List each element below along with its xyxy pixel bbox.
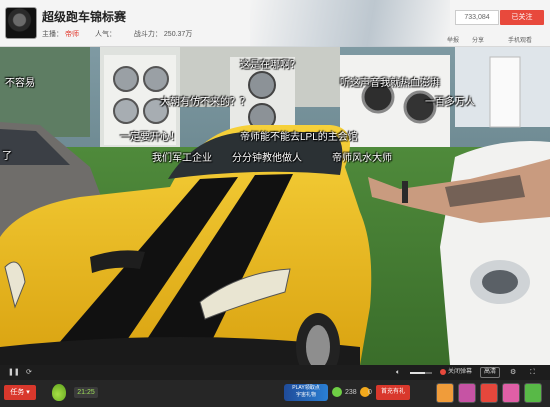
danmaku-comment: 一百多万人 bbox=[425, 97, 475, 108]
fruit-icon[interactable] bbox=[52, 384, 66, 401]
volume-slider[interactable] bbox=[410, 372, 432, 374]
task-timer: 21:25 bbox=[74, 387, 98, 398]
quality-button[interactable]: 高清 bbox=[480, 367, 500, 378]
gift-icon[interactable] bbox=[502, 383, 520, 403]
danmaku-comment: 一定要开心！ bbox=[120, 132, 180, 143]
volume-icon[interactable]: 🔈︎ bbox=[396, 367, 400, 378]
fish-ball-icon bbox=[332, 387, 342, 397]
pause-icon[interactable]: ❚❚ bbox=[8, 367, 20, 378]
host-name[interactable]: 帝师 bbox=[65, 31, 79, 38]
fish-ball-count: 238 bbox=[345, 389, 357, 396]
barrage-toggle-icon[interactable] bbox=[440, 369, 446, 375]
header-banner bbox=[250, 0, 450, 47]
danmaku-comment: 不容易 bbox=[5, 78, 35, 89]
room-meta: 主播： 帝师 人气： 战斗力： 250.37万 bbox=[42, 29, 194, 39]
danmaku-comment: 听这声音我就热血澎湃 bbox=[340, 78, 440, 89]
gift-icon[interactable] bbox=[480, 383, 498, 403]
room-title: 超级跑车锦标赛 bbox=[42, 10, 127, 24]
power-label: 战斗力： bbox=[133, 31, 162, 38]
danmaku-comment: 帝师风水大师 bbox=[332, 153, 392, 164]
danmaku-comment: 了 bbox=[2, 151, 12, 162]
follow-button[interactable]: 已关注 bbox=[500, 10, 544, 25]
danmaku-comment: 分分钟教他做人 bbox=[232, 153, 302, 164]
gift-icon[interactable] bbox=[524, 383, 542, 403]
promo-banner[interactable]: PLAY领取点 宇宙礼物 bbox=[284, 384, 328, 401]
volume-fill bbox=[410, 372, 426, 374]
player-controls: ❚❚ ⟳ 🔈︎ 关闭弹幕 高清 ⚙ ⛶ bbox=[0, 365, 550, 380]
danmaku-comment: 帝师能不能去LPL的主会馆 bbox=[240, 132, 358, 143]
share-button[interactable]: 分享 bbox=[472, 35, 484, 44]
barrage-toggle-label[interactable]: 关闭弹幕 bbox=[448, 367, 472, 378]
host-label: 主播： bbox=[42, 31, 63, 38]
first-charge-button[interactable]: 首充有礼 bbox=[376, 385, 410, 400]
gift-bar: 任务 ▾ 21:25 PLAY领取点 宇宙礼物 238 0 首充有礼 bbox=[0, 380, 550, 407]
fullscreen-icon[interactable]: ⛶ bbox=[530, 367, 535, 378]
power-value: 250.37万 bbox=[163, 31, 193, 38]
promo-line-1: PLAY领取点 bbox=[292, 385, 320, 391]
task-label: 任务 bbox=[10, 389, 25, 396]
danmaku-comment: 我们军工企业 bbox=[152, 153, 212, 164]
danmaku-comment: 这是在哪啊？ bbox=[240, 60, 300, 71]
gift-icon[interactable] bbox=[458, 383, 476, 403]
settings-icon[interactable]: ⚙ bbox=[510, 367, 516, 378]
report-button[interactable]: 举报 bbox=[447, 35, 459, 44]
danmaku-comment: 大朝有仿不来的？？ bbox=[160, 97, 250, 108]
popularity-label: 人气： bbox=[94, 31, 116, 38]
video-player[interactable]: 这是在哪啊？ 不容易 听这声音我就热血澎湃 大朝有仿不来的？？ 一百多万人 一定… bbox=[0, 47, 550, 365]
task-button[interactable]: 任务 ▾ bbox=[4, 385, 36, 400]
streamer-avatar[interactable] bbox=[5, 7, 37, 39]
room-header: 超级跑车锦标赛 主播： 帝师 人气： 战斗力： 250.37万 733,084 已关… bbox=[0, 0, 550, 47]
promo-line-2: 宇宙礼物 bbox=[295, 392, 316, 398]
refresh-icon[interactable]: ⟳ bbox=[26, 367, 32, 378]
follower-counter: 733,084 bbox=[455, 10, 499, 25]
mobile-view-button[interactable]: 手机观看 bbox=[508, 35, 532, 44]
gift-icon[interactable] bbox=[436, 383, 454, 403]
coin-count: 0 bbox=[368, 389, 372, 396]
